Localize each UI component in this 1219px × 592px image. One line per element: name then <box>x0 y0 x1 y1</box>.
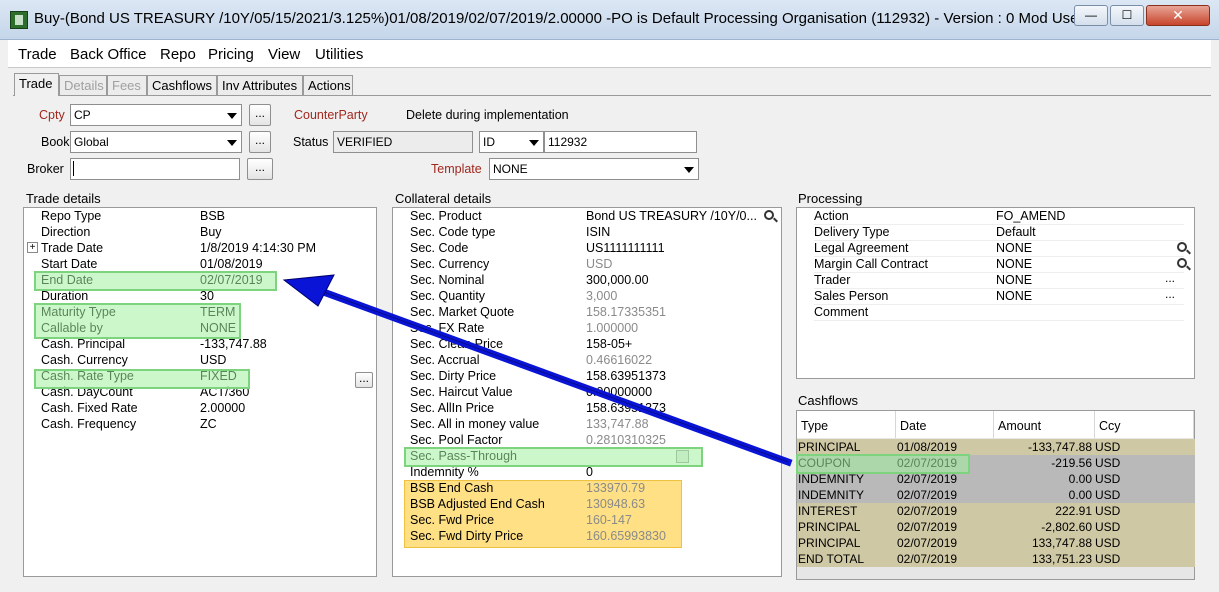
arrow-shaft-edge <box>317 289 789 463</box>
annotation-arrow <box>282 274 793 467</box>
arrow-head <box>282 274 335 307</box>
